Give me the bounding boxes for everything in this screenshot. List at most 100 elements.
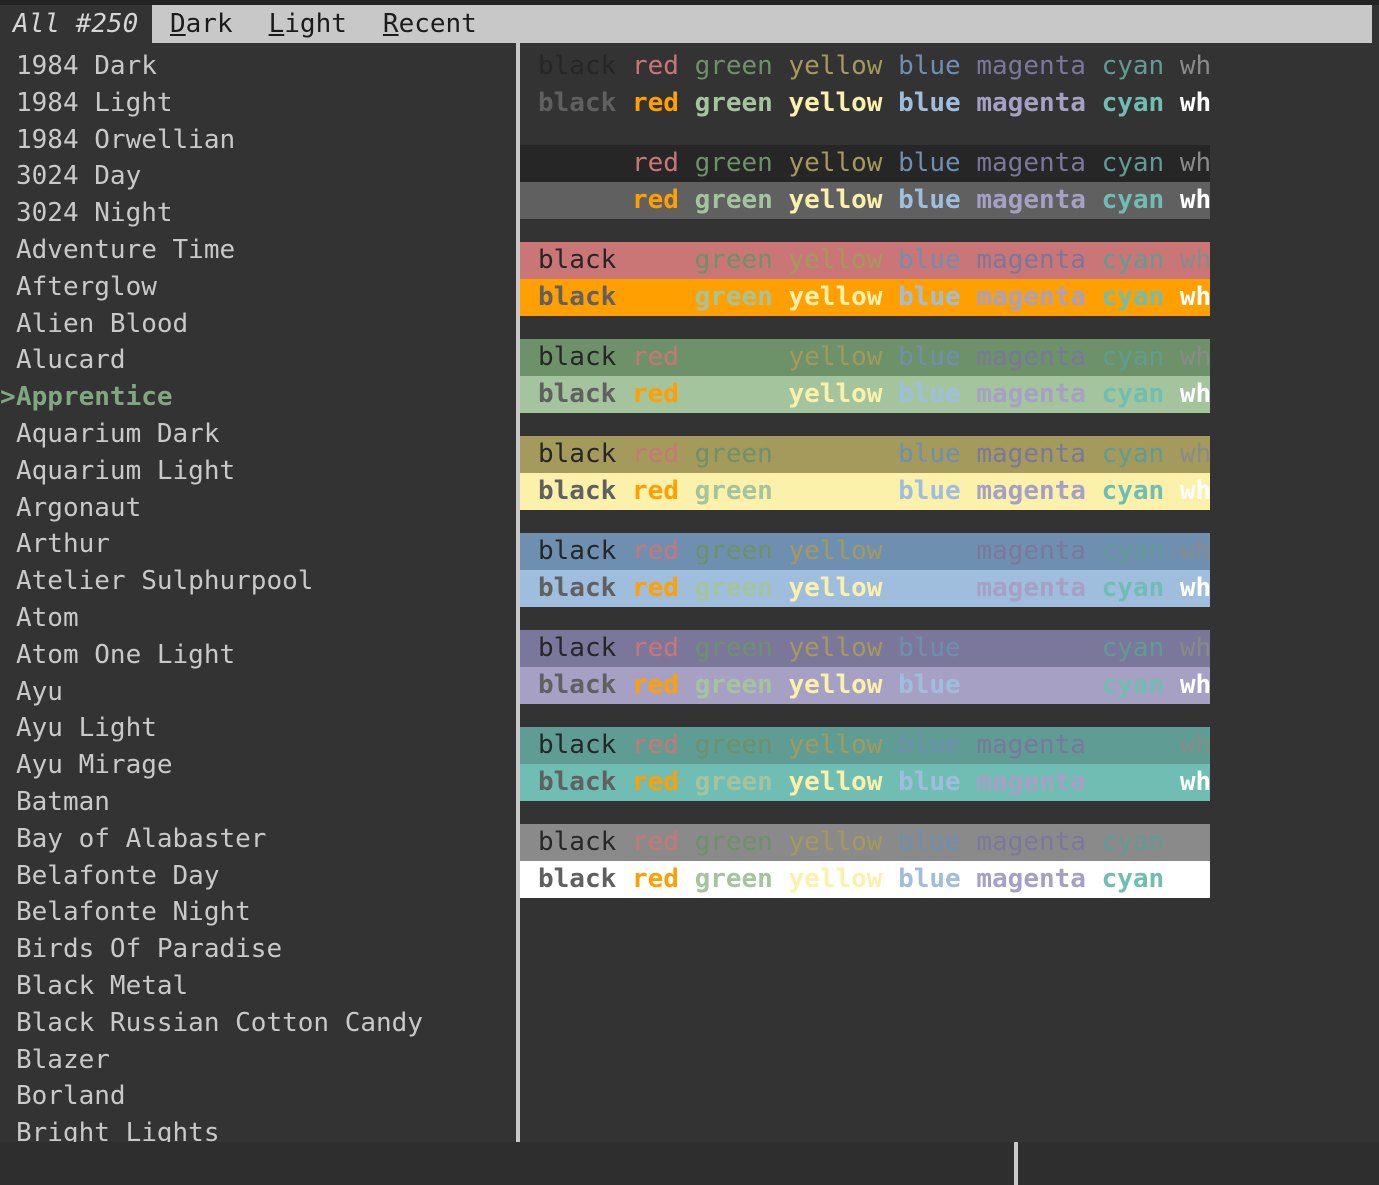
swatch-word-cyan: cyan xyxy=(1101,476,1165,506)
theme-list-item[interactable]: Black Metal xyxy=(0,968,508,1005)
theme-list-item[interactable]: Afterglow xyxy=(0,269,508,306)
swatch-gap xyxy=(773,767,789,797)
swatch-gap xyxy=(1164,633,1180,663)
theme-list-item[interactable]: Ayu Light xyxy=(0,710,508,747)
swatch-word-blue: blue xyxy=(898,573,961,603)
swatch-word-red: red xyxy=(631,342,679,372)
swatch-gap xyxy=(1086,633,1102,663)
swatch-word-black: black xyxy=(538,245,617,275)
theme-list-item[interactable]: Ayu xyxy=(0,674,508,711)
swatch-gap xyxy=(1164,185,1180,215)
theme-list-item[interactable]: Alucard xyxy=(0,342,508,379)
tab-label-rest: ark xyxy=(185,9,233,39)
theme-list-item[interactable]: 1984 Dark xyxy=(0,48,508,85)
swatch-word-cyan: cyan xyxy=(1101,282,1165,312)
swatch-word-red: red xyxy=(631,670,679,700)
swatch-gap xyxy=(882,767,898,797)
theme-list-item[interactable]: 1984 Light xyxy=(0,85,508,122)
swatch-word-blue: blue xyxy=(898,185,961,215)
tab-accelerator: D xyxy=(170,9,186,39)
swatch-gap xyxy=(616,282,632,312)
swatch-gap xyxy=(961,88,977,118)
selection-marker xyxy=(0,195,16,232)
tab-light[interactable]: Light xyxy=(269,9,347,39)
theme-list-item[interactable]: Adventure Time xyxy=(0,232,508,269)
swatch-gap xyxy=(773,342,789,372)
swatch-gap xyxy=(1164,730,1180,760)
theme-name: Birds Of Paradise xyxy=(16,934,283,965)
swatch-word-black: black xyxy=(538,439,617,469)
theme-list-item[interactable]: Black Russian Cotton Candy xyxy=(0,1005,508,1042)
swatch-gap xyxy=(1164,51,1180,81)
swatch-word-magenta: magenta xyxy=(976,342,1086,372)
swatch-word-blue: blue xyxy=(898,536,961,566)
theme-name: Borland xyxy=(16,1081,126,1112)
swatch-word-cyan: cyan xyxy=(1101,767,1165,797)
theme-list-item[interactable]: Bright Lights xyxy=(0,1115,508,1142)
theme-list-item[interactable]: Arthur xyxy=(0,526,508,563)
swatch-word-magenta: magenta xyxy=(976,282,1086,312)
theme-list-item[interactable]: Batman xyxy=(0,784,508,821)
swatch-word-white: white xyxy=(1179,864,1210,894)
filter-tabs[interactable]: Dark Light Recent xyxy=(152,5,1372,43)
theme-list-item[interactable]: Atom xyxy=(0,600,508,637)
theme-list-item-selected[interactable]: >Apprentice xyxy=(0,379,508,416)
theme-list-item[interactable]: Birds Of Paradise xyxy=(0,931,508,968)
list-scrollbar-track[interactable] xyxy=(507,43,1018,1185)
theme-list-item[interactable]: Argonaut xyxy=(0,490,508,527)
theme-name: Atom One Light xyxy=(16,639,236,670)
theme-list-item[interactable]: Alien Blood xyxy=(0,306,508,343)
color-block-magenta: black red green yellow blue magenta cyan… xyxy=(520,630,1379,704)
swatch-word-white: white xyxy=(1179,476,1210,506)
selection-marker xyxy=(0,526,16,563)
theme-list-item[interactable]: 3024 Day xyxy=(0,158,508,195)
swatch-word-magenta: magenta xyxy=(976,88,1086,118)
theme-list-item[interactable]: Belafonte Night xyxy=(0,894,508,931)
theme-list[interactable]: 1984 Dark 1984 Light 1984 Orwellian 3024… xyxy=(0,48,508,1142)
selection-marker xyxy=(0,158,16,195)
swatch-word-blue: blue xyxy=(898,767,961,797)
swatch-gap xyxy=(882,476,898,506)
swatch-gap xyxy=(1164,476,1180,506)
swatch-row-white-normal: black red green yellow blue magenta cyan… xyxy=(520,824,1210,861)
swatch-gap xyxy=(773,439,789,469)
tab-label-rest: ecent xyxy=(398,9,477,39)
swatch-word-white: white xyxy=(1179,633,1210,663)
swatch-gap xyxy=(882,633,898,663)
swatch-gap xyxy=(616,185,632,215)
swatch-word-yellow: yellow xyxy=(788,88,883,118)
theme-list-item[interactable]: 3024 Night xyxy=(0,195,508,232)
theme-name: Ayu Light xyxy=(16,713,157,744)
color-block-white: black red green yellow blue magenta cyan… xyxy=(520,824,1379,898)
swatch-gap xyxy=(961,573,977,603)
tab-dark[interactable]: Dark xyxy=(170,9,233,39)
swatch-row-red-normal: black red green yellow blue magenta cyan… xyxy=(520,242,1210,279)
theme-list-item[interactable]: Belafonte Day xyxy=(0,858,508,895)
swatch-word-white: white xyxy=(1179,730,1210,760)
swatch-gap xyxy=(679,185,695,215)
swatch-gap xyxy=(1086,864,1102,894)
tab-recent[interactable]: Recent xyxy=(383,9,477,39)
theme-list-item[interactable]: Ayu Mirage xyxy=(0,747,508,784)
header-bar: All #250 Dark Light Recent xyxy=(0,5,1379,43)
theme-list-item[interactable]: 1984 Orwellian xyxy=(0,122,508,159)
theme-list-item[interactable]: Borland xyxy=(0,1078,508,1115)
swatch-word-black: black xyxy=(538,767,617,797)
theme-name: Alucard xyxy=(16,345,126,376)
theme-list-item[interactable]: Aquarium Light xyxy=(0,453,508,490)
theme-list-item[interactable]: Blazer xyxy=(0,1042,508,1079)
theme-list-item[interactable]: Atom One Light xyxy=(0,637,508,674)
theme-list-item[interactable]: Atelier Sulphurpool xyxy=(0,563,508,600)
swatch-gap xyxy=(679,633,695,663)
theme-list-item[interactable]: Aquarium Dark xyxy=(0,416,508,453)
swatch-word-cyan: cyan xyxy=(1101,51,1165,81)
swatch-word-red: red xyxy=(631,864,679,894)
theme-list-item[interactable]: Bay of Alabaster xyxy=(0,821,508,858)
swatch-word-green: green xyxy=(694,185,773,215)
selection-marker xyxy=(0,894,16,931)
swatch-row-black-normal: black red green yellow blue magenta cyan… xyxy=(520,145,1210,182)
swatch-gap xyxy=(773,670,789,700)
swatch-gap xyxy=(1086,51,1102,81)
swatch-word-black: black xyxy=(538,88,617,118)
swatch-word-black: black xyxy=(538,51,617,81)
